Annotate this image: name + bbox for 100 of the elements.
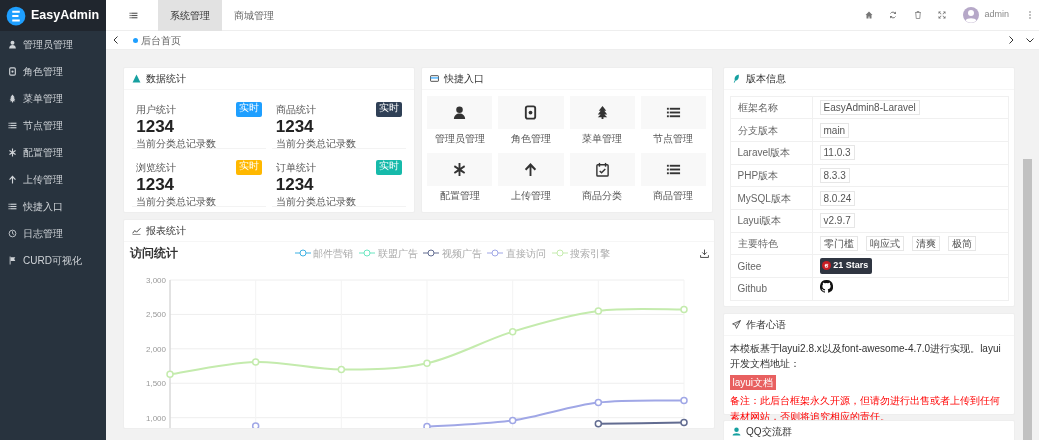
legend-marker-icon [358, 249, 375, 258]
home-icon[interactable] [865, 11, 873, 19]
github-icon[interactable] [819, 280, 833, 294]
data-point [680, 306, 688, 314]
calendar-check-icon [594, 161, 610, 177]
menu-tab[interactable]: 商城管理 [222, 0, 286, 31]
stat-label: 订单统计 [275, 161, 316, 175]
gitee-logo-icon [821, 261, 831, 271]
table-cell: 分支版本 [730, 118, 812, 142]
paper-plane-icon [732, 319, 741, 329]
table-cell: PHP版本 [730, 164, 812, 187]
data-point [594, 399, 603, 407]
asterisk-icon [452, 161, 468, 177]
stat-tag: 实时 [236, 160, 263, 175]
menu-icon[interactable] [129, 10, 138, 20]
panel-title: 作者心语 [746, 317, 786, 332]
scrollbar-thumb[interactable] [1023, 159, 1032, 440]
y-tick-label: 1,000 [145, 413, 167, 423]
stat-label: 用户统计 [136, 102, 177, 117]
menu-tab[interactable]: 系统管理 [158, 0, 222, 31]
sidebar-item[interactable]: 菜单管理 [0, 85, 106, 112]
data-point [166, 370, 174, 379]
stat-note: 当前分类总记录数 [136, 136, 218, 151]
legend-marker-icon [294, 249, 311, 258]
credit-card-icon [429, 74, 439, 83]
shortcut-label: 角色管理 [510, 131, 551, 146]
y-tick-label: 3,000 [145, 276, 167, 286]
chevron-right-icon[interactable] [1006, 36, 1015, 44]
list-icon [8, 202, 17, 211]
version-tag: 零门槛 [819, 235, 858, 251]
data-point [680, 419, 688, 427]
shortcut-label: 商品管理 [653, 188, 694, 203]
table-cell: Gitee [730, 254, 812, 278]
version-tag: 8.0.24 [819, 190, 856, 206]
stat-label: 浏览统计 [136, 161, 177, 175]
chart-title: 访问统计 [129, 245, 179, 263]
legend-marker-icon [487, 249, 504, 258]
panel-title: 数据统计 [146, 72, 186, 86]
y-tick-label: 2,000 [145, 345, 167, 355]
panel-title: 版本信息 [746, 72, 786, 86]
shortcut-label: 配置管理 [439, 188, 480, 203]
stat-value: 1234 [136, 116, 176, 136]
data-point [251, 358, 260, 366]
data-point [508, 328, 517, 336]
chevron-down-icon[interactable] [1025, 36, 1034, 44]
table-cell: 框架名称 [730, 96, 812, 119]
legend-marker-icon [423, 249, 439, 258]
sidebar-item[interactable]: CURD可视化 [0, 247, 106, 274]
users-icon [732, 427, 741, 437]
page-tab[interactable]: 后台首页 [130, 32, 184, 48]
refresh-icon[interactable] [889, 11, 898, 19]
stat-tag: 实时 [375, 160, 402, 175]
id-card-icon [8, 67, 17, 76]
stat-value: 1234 [136, 175, 176, 194]
sidebar-item[interactable]: 日志管理 [0, 220, 106, 247]
stat-value: 1234 [275, 175, 315, 194]
stat-value: 1234 [275, 116, 315, 136]
flag-icon [8, 256, 17, 265]
sidebar-item[interactable]: 角色管理 [0, 58, 106, 85]
logo-icon [5, 5, 26, 26]
fullscreen-icon[interactable] [938, 11, 947, 19]
version-tag: 响应式 [865, 235, 904, 251]
arrow-up-icon [523, 161, 539, 177]
clock-icon [8, 229, 17, 238]
version-tag: main [819, 122, 850, 138]
y-tick-label: 2,500 [145, 310, 167, 320]
id-card-icon [523, 104, 539, 120]
shortcut-label: 管理员管理 [434, 131, 485, 146]
stars-badge[interactable]: 21 Stars [819, 258, 873, 274]
user-icon [8, 40, 17, 49]
sidebar-item[interactable]: 配置管理 [0, 139, 106, 166]
table-cell: Laravel版本 [730, 141, 812, 165]
data-point [594, 307, 603, 315]
user-name[interactable]: admin [984, 8, 1009, 22]
chevron-left-icon[interactable] [112, 36, 120, 44]
download-icon[interactable] [699, 248, 709, 258]
trash-icon[interactable] [914, 11, 922, 19]
sidebar-item[interactable]: 管理员管理 [0, 31, 106, 58]
data-point [337, 366, 346, 374]
sidebar-item[interactable]: 快捷入口 [0, 193, 106, 220]
data-point [680, 396, 688, 405]
version-tag: EasyAdmin8-Laravel [819, 99, 920, 115]
line-chart-icon [132, 225, 141, 235]
panel-title: QQ交流群 [746, 425, 792, 440]
version-tag: v2.9.7 [819, 213, 855, 229]
version-tag: 11.0.3 [819, 145, 855, 161]
data-point [423, 359, 431, 368]
sidebar-item[interactable]: 上传管理 [0, 166, 106, 193]
arrow-up-icon [8, 175, 17, 184]
shortcut-label: 节点管理 [653, 131, 694, 146]
shortcut-label: 上传管理 [510, 188, 551, 203]
asterisk-icon [8, 148, 17, 157]
user-icon [452, 104, 468, 120]
table-cell: 主要特色 [730, 232, 812, 255]
panel-title: 报表统计 [146, 223, 186, 238]
sidebar-item[interactable]: 节点管理 [0, 112, 106, 139]
version-tag: 清爽 [911, 235, 940, 251]
shortcut-label: 商品分类 [582, 188, 623, 203]
leaf-icon [732, 74, 741, 83]
warning-icon [132, 74, 141, 83]
